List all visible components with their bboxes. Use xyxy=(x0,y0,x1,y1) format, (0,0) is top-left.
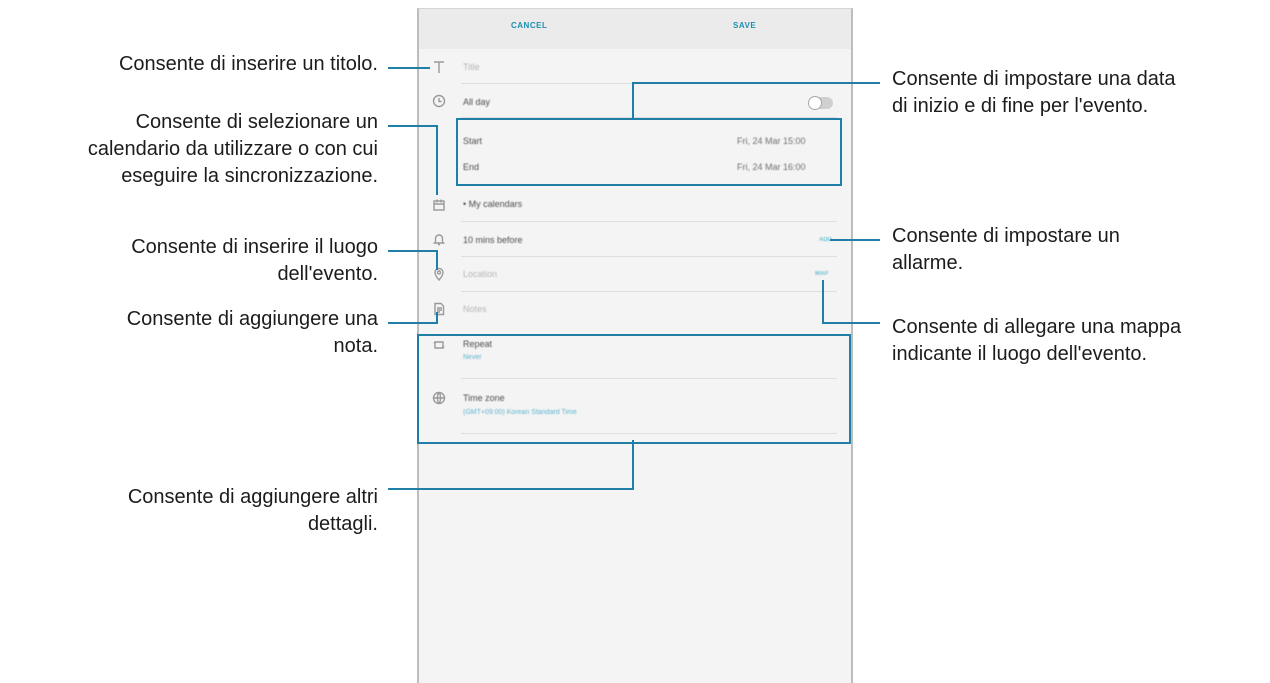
save-button[interactable]: SAVE xyxy=(733,21,756,30)
calendar-selector[interactable]: • My calendars xyxy=(463,199,522,209)
location-input[interactable]: Location xyxy=(463,269,497,279)
title-leader-line xyxy=(388,67,430,69)
date-leader-line xyxy=(632,82,634,118)
map-button[interactable]: MAP xyxy=(815,271,828,277)
map-leader-line xyxy=(822,280,824,324)
notes-input[interactable]: Notes xyxy=(463,304,487,314)
callout-note: Consente di aggiungere una nota. xyxy=(126,308,378,357)
callout-alarm: Consente di impostare un allarme. xyxy=(892,225,1120,274)
location-pin-icon xyxy=(429,264,449,284)
note-leader-line xyxy=(388,322,438,324)
details-leader-line xyxy=(388,488,634,490)
callout-title: Consente di inserire un titolo. xyxy=(118,53,378,75)
clock-icon xyxy=(429,91,449,111)
callout-map: Consente di allegare una mappa indicante… xyxy=(892,316,1182,365)
text-icon xyxy=(429,57,449,77)
all-day-toggle[interactable] xyxy=(808,96,833,110)
callout-date: Consente di impostare una data di inizio… xyxy=(892,68,1176,117)
all-day-label: All day xyxy=(463,97,491,107)
calendar-label: My calendars xyxy=(468,199,523,209)
location-leader-line xyxy=(388,250,438,252)
calendar-icon xyxy=(429,195,449,215)
alarm-leader-line xyxy=(830,239,880,241)
callout-calendar: Consente di selezionare un calendario da… xyxy=(87,111,378,187)
bell-icon xyxy=(429,229,449,249)
reminder-label: 10 mins before xyxy=(463,235,523,245)
callout-details: Consente di aggiungere altri dettagli. xyxy=(127,486,378,535)
title-input[interactable]: Title xyxy=(463,62,480,72)
date-highlight-frame xyxy=(456,118,842,186)
cancel-button[interactable]: CANCEL xyxy=(511,21,547,30)
note-icon xyxy=(429,299,449,319)
calendar-leader-line xyxy=(388,125,438,127)
details-highlight-frame xyxy=(417,334,851,444)
callout-location: Consente di inserire il luogo dell'event… xyxy=(131,236,378,285)
action-bar: CANCEL SAVE xyxy=(419,9,851,49)
